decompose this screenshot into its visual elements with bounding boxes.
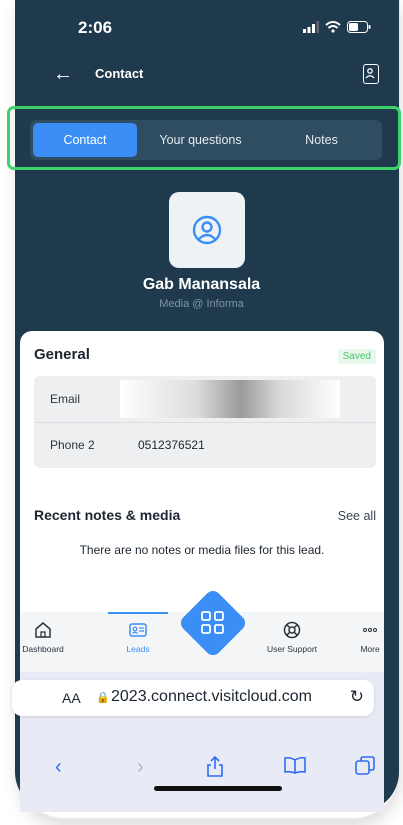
section-title-general: General: [34, 346, 90, 363]
url-text[interactable]: 2023.connect.visitcloud.com: [111, 688, 312, 706]
reload-icon[interactable]: ↻: [350, 687, 364, 707]
nav-user-support[interactable]: User Support: [257, 620, 327, 654]
empty-notes-message: There are no notes or media files for th…: [79, 543, 325, 557]
email-value-redacted: [120, 380, 340, 418]
leads-active-indicator: [108, 612, 168, 614]
status-time: 2:06: [78, 18, 113, 37]
email-row[interactable]: Email: [34, 376, 376, 423]
reader-aa-button[interactable]: AA: [62, 690, 81, 706]
contact-card-icon[interactable]: [363, 64, 379, 84]
page-title: Contact: [95, 66, 144, 81]
nav-more-label: More: [360, 644, 380, 654]
lifebuoy-icon: [283, 621, 301, 639]
url-bar[interactable]: AA 🔒 2023.connect.visitcloud.com ↻: [12, 680, 374, 716]
back-arrow-icon[interactable]: ←: [53, 62, 73, 86]
phone-row[interactable]: Phone 2 0512376521: [34, 422, 376, 468]
home-indicator: [154, 786, 282, 791]
more-dots-icon: [363, 628, 377, 632]
qr-scan-icon[interactable]: [200, 611, 226, 635]
nav-more[interactable]: More: [335, 620, 403, 654]
section-title-recent: Recent notes & media: [34, 507, 181, 523]
contact-name: Gab Manansala: [142, 276, 261, 293]
user-icon: [192, 215, 222, 245]
browser-toolbar: AA 🔒 2023.connect.visitcloud.com ↻ ‹ ›: [12, 672, 384, 812]
phone-value: 0512376521: [138, 438, 205, 452]
wifi-icon: [325, 21, 341, 33]
lock-icon: 🔒: [96, 692, 110, 704]
browser-back-icon[interactable]: ‹: [55, 756, 62, 779]
nav-dashboard[interactable]: Dashboard: [8, 620, 78, 654]
nav-user-support-label: User Support: [266, 644, 318, 654]
email-label: Email: [50, 392, 81, 406]
see-all-link[interactable]: See all: [338, 509, 376, 523]
nav-leads[interactable]: Leads: [103, 620, 173, 654]
bookmarks-icon[interactable]: [284, 756, 306, 780]
general-info-box: Email Phone 2 0512376521: [34, 376, 376, 468]
saved-badge: Saved: [337, 349, 376, 364]
status-bar: 2:06: [15, 18, 399, 44]
tab-highlight-outline: [7, 106, 401, 170]
nav-leads-label: Leads: [126, 644, 150, 654]
avatar: [169, 192, 245, 268]
browser-forward-icon[interactable]: ›: [137, 756, 144, 779]
share-icon[interactable]: [206, 755, 224, 784]
nav-dashboard-label: Dashboard: [22, 644, 64, 654]
battery-icon: [347, 21, 371, 33]
contact-details-panel: General Saved Email Phone 2 0512376521 R…: [20, 331, 384, 631]
signal-icon: [303, 21, 319, 33]
contact-company: Media @ Informa: [159, 298, 244, 310]
tabs-icon[interactable]: [355, 756, 375, 782]
phone-label: Phone 2: [50, 438, 95, 452]
home-icon: [35, 622, 51, 638]
id-card-icon: [129, 623, 147, 637]
app-header: ← Contact: [15, 62, 399, 90]
